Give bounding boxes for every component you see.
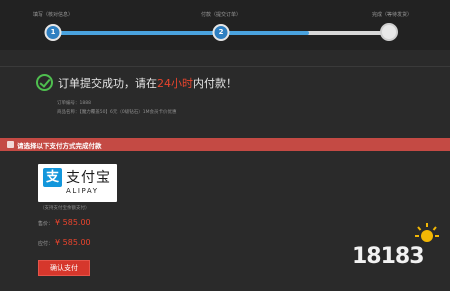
- price-label: 售价：: [38, 221, 54, 227]
- wallet-icon: [7, 141, 14, 148]
- success-text-after: 内付款！: [193, 77, 237, 90]
- step-2-dot: 2: [212, 24, 230, 41]
- section-divider: [0, 66, 450, 67]
- step-label-3: 完成（等待发货）: [371, 12, 413, 18]
- step-label-2: 付款（提交订单）: [200, 12, 242, 18]
- alipay-note: （支持支付宝余额支付）: [40, 206, 90, 211]
- alipay-name-en: ALIPAY: [66, 187, 99, 195]
- total-value: ¥ 585.00: [55, 238, 91, 247]
- alipay-option[interactable]: 支 支付宝 ALIPAY: [38, 164, 117, 202]
- progress-fill: [53, 31, 310, 35]
- payment-method-bar: 请选择以下支付方式完成付款: [0, 138, 450, 151]
- success-text-before: 订单提交成功，请在: [58, 77, 157, 90]
- deadline-highlight: 24小时: [157, 77, 193, 90]
- total-label: 应付：: [38, 241, 54, 247]
- site-watermark: 18183: [352, 222, 444, 286]
- success-text: 订单提交成功，请在24小时内付款！: [58, 75, 237, 91]
- watermark-text: 18183: [352, 244, 425, 269]
- step-3-dot: [380, 23, 398, 41]
- alipay-logo-icon: 支: [43, 168, 62, 187]
- payment-method-label: 请选择以下支付方式完成付款: [17, 142, 102, 150]
- order-progress: 填写（核对信息） 付款（提交订单） 完成（等待发货） 1 2: [0, 0, 450, 50]
- check-circle-icon: [36, 74, 53, 91]
- product-name: 商品名称：【魔力覆盖50】6元（0级钻石）1M会员卡价优惠: [57, 110, 177, 115]
- step-label-1: 填写（核对信息）: [32, 12, 74, 18]
- confirm-payment-button[interactable]: 确认支付: [38, 260, 90, 276]
- price-value: ¥ 585.00: [55, 218, 91, 227]
- step-1-dot: 1: [44, 24, 62, 41]
- alipay-name-cn: 支付宝: [66, 170, 111, 186]
- order-number: 订单编号：1888: [57, 101, 91, 106]
